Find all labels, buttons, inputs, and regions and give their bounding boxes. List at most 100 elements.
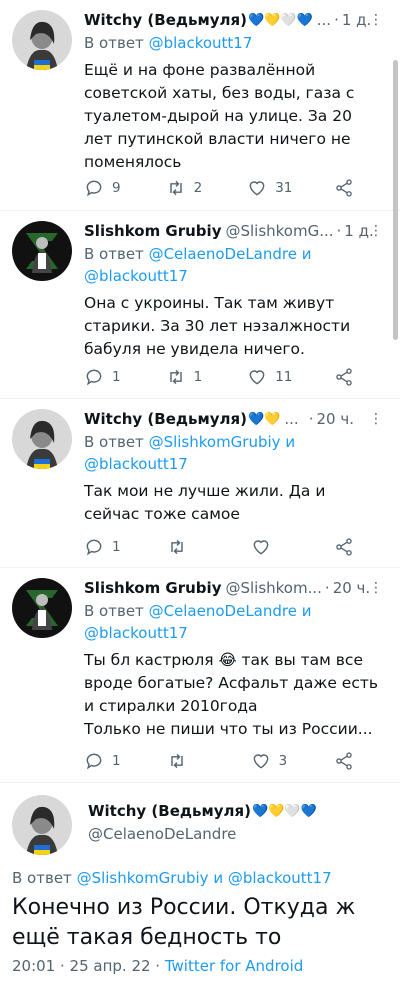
scrollbar[interactable] bbox=[393, 60, 398, 340]
like-button[interactable]: 11 bbox=[247, 367, 292, 387]
tweet-text: Ещё и на фоне развалённой советской хаты… bbox=[84, 61, 355, 171]
heart-icon bbox=[249, 181, 265, 196]
tweet-header: Witchy (Ведьмуля) 💙💛🤍💙 bbox=[88, 801, 388, 821]
author-name[interactable]: Slishkom Grubiy bbox=[84, 579, 221, 597]
tweet-header: Witchy (Ведьмуля) 💙💛 ... · 20 ч. bbox=[84, 409, 384, 429]
author-handle[interactable]: @CelaenoDeLandre bbox=[88, 825, 388, 843]
tweet-text: Так мои не лучше жили. Да и сейчас тоже … bbox=[84, 482, 326, 523]
like-button[interactable]: 31 bbox=[247, 178, 292, 198]
author-emoji: 💙💛🤍💙 bbox=[248, 12, 313, 28]
retweet-button[interactable]: 2 bbox=[166, 178, 206, 198]
reply-count: 1 bbox=[112, 369, 121, 385]
heart-icon bbox=[249, 370, 265, 385]
reply-prefix: В ответ bbox=[84, 433, 144, 451]
reply-icon bbox=[86, 180, 102, 197]
like-button[interactable]: 3 bbox=[251, 751, 291, 771]
share-button[interactable] bbox=[334, 367, 354, 387]
retweet-button[interactable] bbox=[167, 537, 207, 557]
tweet-header: Slishkom Grubiy @SlishkomG... · 1 д. bbox=[84, 221, 384, 241]
retweet-icon bbox=[169, 369, 182, 385]
avatar-witchy-image bbox=[12, 795, 72, 855]
tweet-header: Witchy (Ведьмуля) 💙💛🤍💙 ... · 1 д. bbox=[84, 10, 384, 30]
like-count: 3 bbox=[278, 753, 288, 769]
reply-mention[interactable]: @blackoutt17 bbox=[84, 624, 188, 642]
separator-dot: · bbox=[324, 579, 330, 597]
more-options-icon[interactable]: ⋮ bbox=[368, 10, 384, 30]
reply-button[interactable]: 1 bbox=[84, 751, 124, 771]
reply-to: В ответ @SlishkomGrubiy и @blackoutt17 bbox=[12, 869, 392, 887]
reply-to: В ответ @CelaenoDeLandre и @blackoutt17 bbox=[84, 243, 384, 287]
avatar[interactable] bbox=[12, 409, 72, 469]
retweet-count: 2 bbox=[193, 180, 203, 196]
more-options-icon[interactable]: ⋮ bbox=[368, 221, 384, 241]
author-name[interactable]: Witchy (Ведьмуля) bbox=[84, 410, 247, 428]
reply-to: В ответ @SlishkomGrubiy и @blackoutt17 bbox=[84, 431, 384, 475]
tweet-text: Конечно из России. Откуда ж ещё такая бе… bbox=[12, 895, 356, 950]
author-emoji: 💙💛🤍💙 bbox=[252, 803, 317, 819]
reply-mention[interactable]: @CelaenoDeLandre и bbox=[149, 602, 312, 620]
more-options-icon[interactable]: ⋮ bbox=[368, 578, 384, 598]
reply-button[interactable]: 1 bbox=[84, 537, 124, 557]
share-button[interactable] bbox=[334, 178, 354, 198]
share-icon bbox=[336, 368, 352, 386]
reply-icon bbox=[86, 753, 102, 770]
reply-mention[interactable]: @CelaenoDeLandre и bbox=[149, 245, 312, 263]
reply-button[interactable]: 1 bbox=[84, 367, 124, 387]
reply-count: 9 bbox=[112, 180, 121, 196]
like-button[interactable] bbox=[251, 537, 291, 557]
retweet-count: 1 bbox=[193, 369, 203, 385]
reply-mention[interactable]: @blackoutt17 bbox=[84, 267, 188, 285]
heart-icon bbox=[253, 540, 269, 555]
separator-dot: · bbox=[308, 410, 314, 428]
tweet[interactable]: Witchy (Ведьмуля) 💙💛🤍💙 ... · 1 д. ⋮ В от… bbox=[0, 0, 400, 210]
tweet-time[interactable]: 20 ч. bbox=[333, 579, 371, 597]
reply-mention[interactable]: @blackoutt17 bbox=[84, 455, 188, 473]
retweet-icon bbox=[171, 753, 184, 769]
avatar-witchy-image bbox=[12, 10, 72, 70]
reply-icon bbox=[86, 369, 102, 386]
author-name[interactable]: Witchy (Ведьмуля) bbox=[88, 802, 251, 820]
author-handle[interactable]: @SlishkomG... bbox=[225, 222, 333, 240]
share-button[interactable] bbox=[334, 537, 354, 557]
share-button[interactable] bbox=[334, 751, 354, 771]
tweet-text: Она с укроины. Так там живут старики. За… bbox=[84, 294, 351, 358]
avatar-witchy-image bbox=[12, 409, 72, 469]
reply-count: 1 bbox=[112, 539, 121, 555]
tweet[interactable]: Slishkom Grubiy @Slishkom... · 20 ч. ⋮ В… bbox=[0, 568, 400, 782]
reply-prefix: В ответ bbox=[84, 34, 144, 52]
avatar[interactable] bbox=[12, 578, 72, 638]
reply-mention[interactable]: @SlishkomGrubiy и @blackoutt17 bbox=[77, 869, 332, 887]
tweet-time[interactable]: 20 ч. bbox=[316, 410, 354, 428]
share-icon bbox=[336, 538, 352, 556]
retweet-button[interactable]: 1 bbox=[166, 367, 206, 387]
reply-mention[interactable]: @SlishkomGrubiy и bbox=[149, 433, 296, 451]
avatar[interactable] bbox=[12, 221, 72, 281]
retweet-button[interactable] bbox=[167, 751, 207, 771]
reply-to: В ответ @blackoutt17 bbox=[84, 32, 384, 54]
reply-mention[interactable]: @blackoutt17 bbox=[149, 34, 253, 52]
reply-prefix: В ответ bbox=[84, 245, 144, 263]
avatar[interactable] bbox=[12, 10, 72, 70]
more-options-icon[interactable]: ⋮ bbox=[368, 409, 384, 429]
reply-prefix: В ответ bbox=[84, 602, 144, 620]
tweet-time[interactable]: 1 д. bbox=[342, 11, 371, 29]
tweet[interactable]: Slishkom Grubiy @SlishkomG... · 1 д. ⋮ В… bbox=[0, 211, 400, 398]
avatar[interactable] bbox=[12, 795, 72, 855]
like-count: 11 bbox=[275, 369, 293, 385]
separator-dot: · bbox=[334, 11, 339, 29]
reply-button[interactable]: 9 bbox=[84, 178, 124, 198]
tweet-actions: 1 1 11 bbox=[84, 367, 354, 387]
author-name[interactable]: Witchy (Ведьмуля) bbox=[84, 11, 247, 29]
tweet[interactable]: Witchy (Ведьмуля) 💙💛 ... · 20 ч. ⋮ В отв… bbox=[0, 399, 400, 567]
separator-dot: · bbox=[336, 222, 342, 240]
author-emoji: 💙💛 bbox=[248, 411, 281, 427]
reply-icon bbox=[86, 539, 102, 556]
like-count: 31 bbox=[275, 180, 293, 196]
avatar-grubiy-image bbox=[12, 578, 72, 638]
reply-prefix: В ответ bbox=[12, 869, 72, 887]
author-handle[interactable]: @Slishkom... bbox=[225, 579, 321, 597]
tweet-actions: 1 bbox=[84, 537, 354, 557]
tweet-source[interactable]: Twitter for Android bbox=[165, 957, 303, 975]
author-name[interactable]: Slishkom Grubiy bbox=[84, 222, 221, 240]
tweet-timestamp[interactable]: 20:01 · 25 апр. 22 · bbox=[12, 957, 160, 975]
